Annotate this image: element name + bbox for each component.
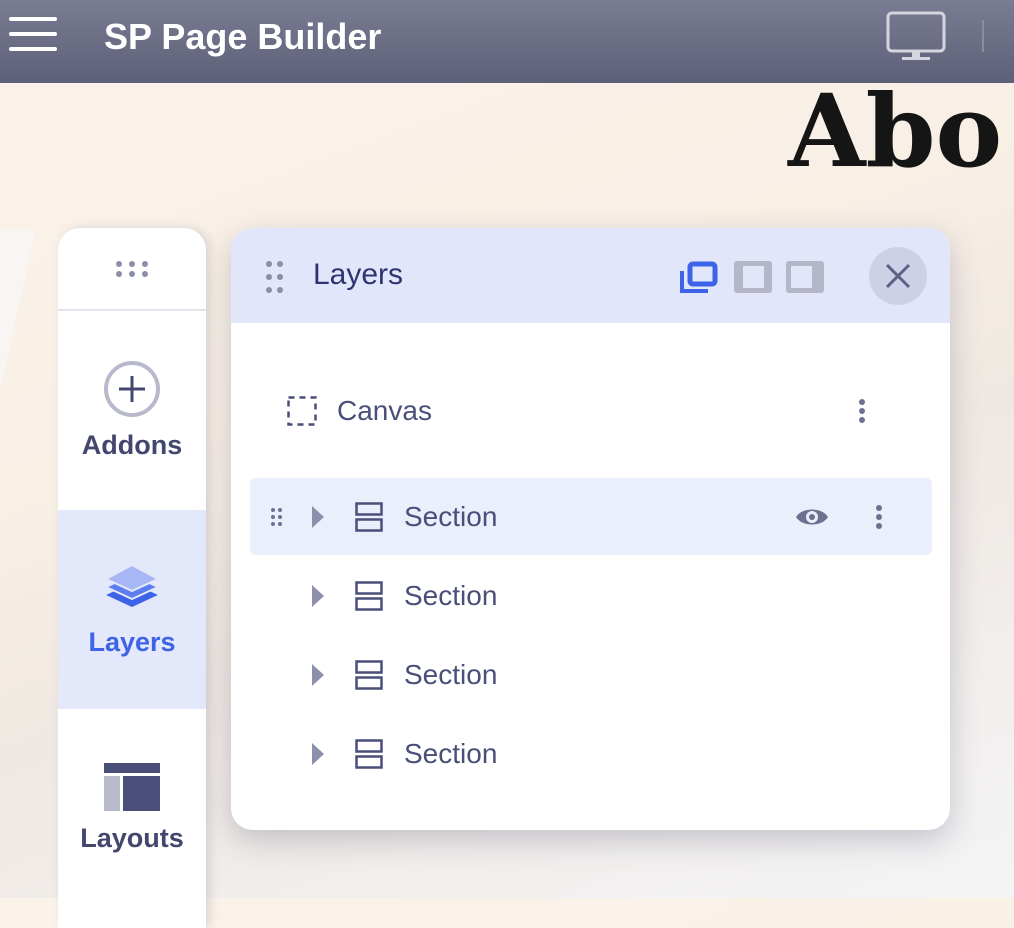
layer-row-section[interactable]: Section xyxy=(250,715,932,792)
sidebar-item-label: Layers xyxy=(88,627,176,657)
layer-label: Section xyxy=(404,500,498,532)
plus-circle-icon xyxy=(104,361,160,417)
drag-handle-icon[interactable] xyxy=(271,507,283,527)
sidebar-item-label: Layouts xyxy=(80,823,184,853)
expand-caret-icon[interactable] xyxy=(311,584,325,608)
app-title: SP Page Builder xyxy=(104,16,382,57)
expand-caret-icon[interactable] xyxy=(311,663,325,687)
panel-header: Layers xyxy=(231,228,950,323)
hamburger-menu-icon[interactable] xyxy=(9,17,57,55)
dock-left-icon[interactable] xyxy=(734,261,772,293)
layer-label: Section xyxy=(404,579,498,611)
sidebar: Addons Layers Layouts xyxy=(58,228,206,928)
drag-handle-icon[interactable] xyxy=(58,228,206,311)
page-heading: Abo xyxy=(788,72,1003,190)
layer-label: Section xyxy=(404,737,498,769)
background-shape xyxy=(0,230,36,390)
layer-label: Section xyxy=(404,658,498,690)
more-options-icon[interactable] xyxy=(875,504,883,530)
desktop-view-icon[interactable] xyxy=(886,11,946,63)
layer-row-section[interactable]: Section xyxy=(250,557,932,634)
layer-row-canvas[interactable]: Canvas xyxy=(250,372,932,449)
expand-caret-icon[interactable] xyxy=(311,742,325,766)
close-icon xyxy=(885,263,911,289)
sidebar-item-layouts[interactable]: Layouts xyxy=(58,709,206,908)
close-button[interactable] xyxy=(869,247,927,305)
divider xyxy=(982,20,984,52)
visibility-eye-icon[interactable] xyxy=(794,505,830,529)
layer-row-section[interactable]: Section xyxy=(250,478,932,555)
expand-caret-icon[interactable] xyxy=(311,505,325,529)
drag-handle-icon[interactable] xyxy=(265,260,285,294)
sidebar-item-label: Addons xyxy=(81,430,183,460)
section-icon xyxy=(355,580,383,611)
section-icon xyxy=(355,659,383,690)
top-bar: SP Page Builder xyxy=(0,0,1014,83)
floating-view-icon[interactable] xyxy=(680,261,718,293)
sidebar-item-addons[interactable]: Addons xyxy=(58,311,206,510)
layers-icon xyxy=(103,563,161,607)
section-icon xyxy=(355,738,383,769)
layers-panel: Layers Canvas Section Section Section Se… xyxy=(231,228,950,830)
panel-title: Layers xyxy=(313,258,404,291)
layer-label: Canvas xyxy=(337,394,432,426)
section-icon xyxy=(355,501,383,532)
sidebar-item-layers[interactable]: Layers xyxy=(58,510,206,709)
dock-right-icon[interactable] xyxy=(786,261,824,293)
canvas-icon xyxy=(287,395,317,426)
layout-icon xyxy=(104,763,160,811)
layer-row-section[interactable]: Section xyxy=(250,636,932,713)
more-options-icon[interactable] xyxy=(858,398,866,424)
